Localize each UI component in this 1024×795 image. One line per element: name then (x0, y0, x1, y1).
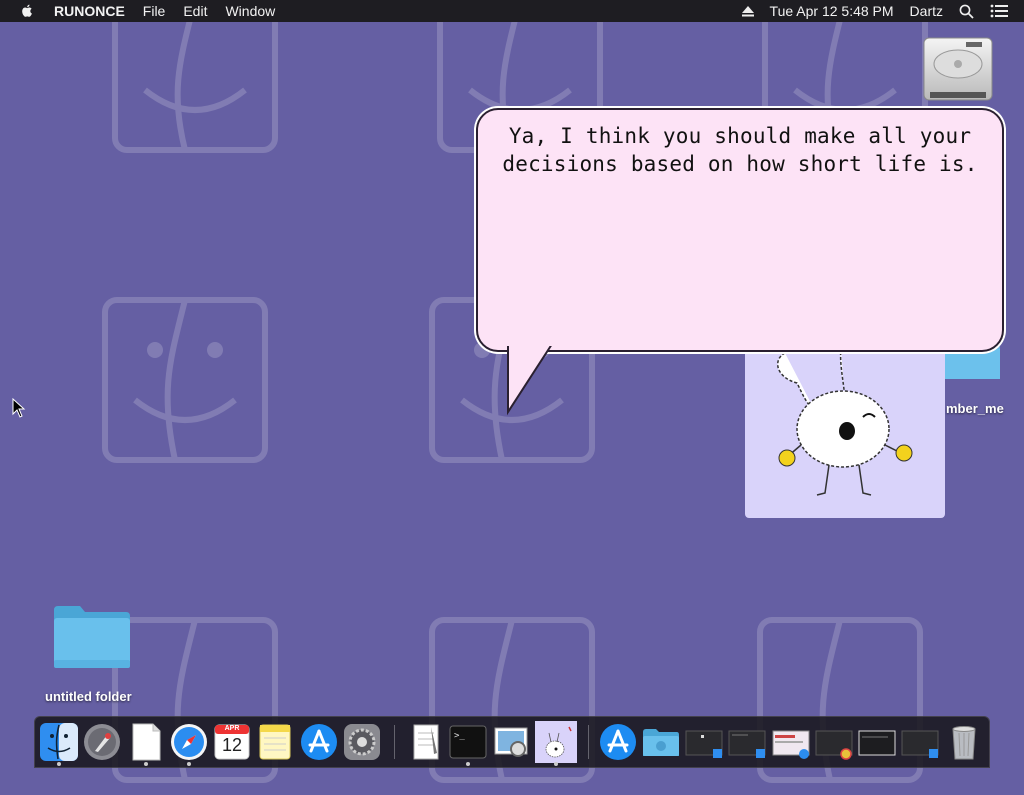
running-indicator (144, 762, 148, 766)
menubar-clock[interactable]: Tue Apr 12 5:48 PM (770, 3, 894, 19)
bunny-character-image (776, 346, 913, 496)
document-icon[interactable] (127, 723, 165, 766)
calendar-icon[interactable]: APR 12 (213, 723, 251, 761)
safari-icon[interactable] (170, 723, 208, 766)
wallpaper-finder-face (95, 0, 295, 180)
svg-text:>_: >_ (454, 731, 465, 741)
textedit-icon[interactable] (407, 723, 445, 761)
running-indicator (554, 762, 558, 766)
trash-icon[interactable] (945, 723, 983, 761)
app-store-downloads-icon[interactable] (599, 723, 637, 761)
minimized-window-4-icon[interactable] (815, 723, 853, 761)
notes-icon[interactable] (256, 723, 294, 761)
minimized-window-3-icon[interactable] (772, 723, 810, 761)
calendar-day: 12 (221, 735, 243, 755)
minimized-window-6-icon[interactable] (901, 723, 939, 761)
spotlight-search-icon[interactable] (959, 4, 974, 19)
launchpad-icon[interactable] (83, 723, 121, 761)
app-store-icon[interactable] (300, 723, 338, 761)
untitled-folder-label[interactable]: untitled folder (45, 689, 132, 704)
dock: APR 12 >_ (34, 716, 990, 768)
speech-line-2: decisions based on how short life is. (502, 152, 978, 176)
untitled-folder-icon[interactable] (52, 604, 132, 670)
hard-disk-icon[interactable] (922, 34, 994, 106)
dock-separator (394, 725, 395, 759)
menu-bar: RUNONCE File Edit Window Tue Apr 12 5:48… (0, 0, 1024, 22)
apple-menu-icon[interactable] (20, 3, 36, 19)
folder-stack-icon[interactable] (642, 723, 680, 761)
menu-edit[interactable]: Edit (183, 3, 207, 19)
speech-bubble: Ya, I think you should make all your dec… (476, 108, 1004, 352)
running-indicator (57, 762, 61, 766)
wallpaper-finder-face (85, 290, 285, 470)
minimized-window-5-icon[interactable] (858, 723, 896, 761)
runonce-app-icon[interactable] (535, 721, 577, 766)
notification-center-icon[interactable] (990, 4, 1008, 18)
finder-icon[interactable] (40, 723, 78, 766)
system-preferences-icon[interactable] (343, 723, 381, 761)
terminal-icon[interactable]: >_ (449, 723, 487, 766)
minimized-window-2-icon[interactable] (728, 723, 766, 761)
dock-separator (588, 725, 589, 759)
eject-icon[interactable] (741, 5, 754, 17)
running-indicator (466, 762, 470, 766)
running-indicator (187, 762, 191, 766)
character-window[interactable] (745, 345, 945, 518)
minimized-window-1-icon[interactable] (685, 723, 723, 761)
speech-bubble-tail (506, 340, 556, 416)
menu-app-name[interactable]: RUNONCE (54, 3, 125, 19)
menu-file[interactable]: File (143, 3, 166, 19)
partial-item-label[interactable]: mber_me (946, 401, 1004, 416)
calendar-month: APR (224, 725, 240, 732)
menu-window[interactable]: Window (225, 3, 275, 19)
speech-line-1: Ya, I think you should make all your (508, 124, 972, 148)
mouse-pointer-icon (12, 398, 26, 418)
preview-icon[interactable] (492, 723, 530, 761)
menubar-user[interactable]: Dartz (910, 3, 943, 19)
